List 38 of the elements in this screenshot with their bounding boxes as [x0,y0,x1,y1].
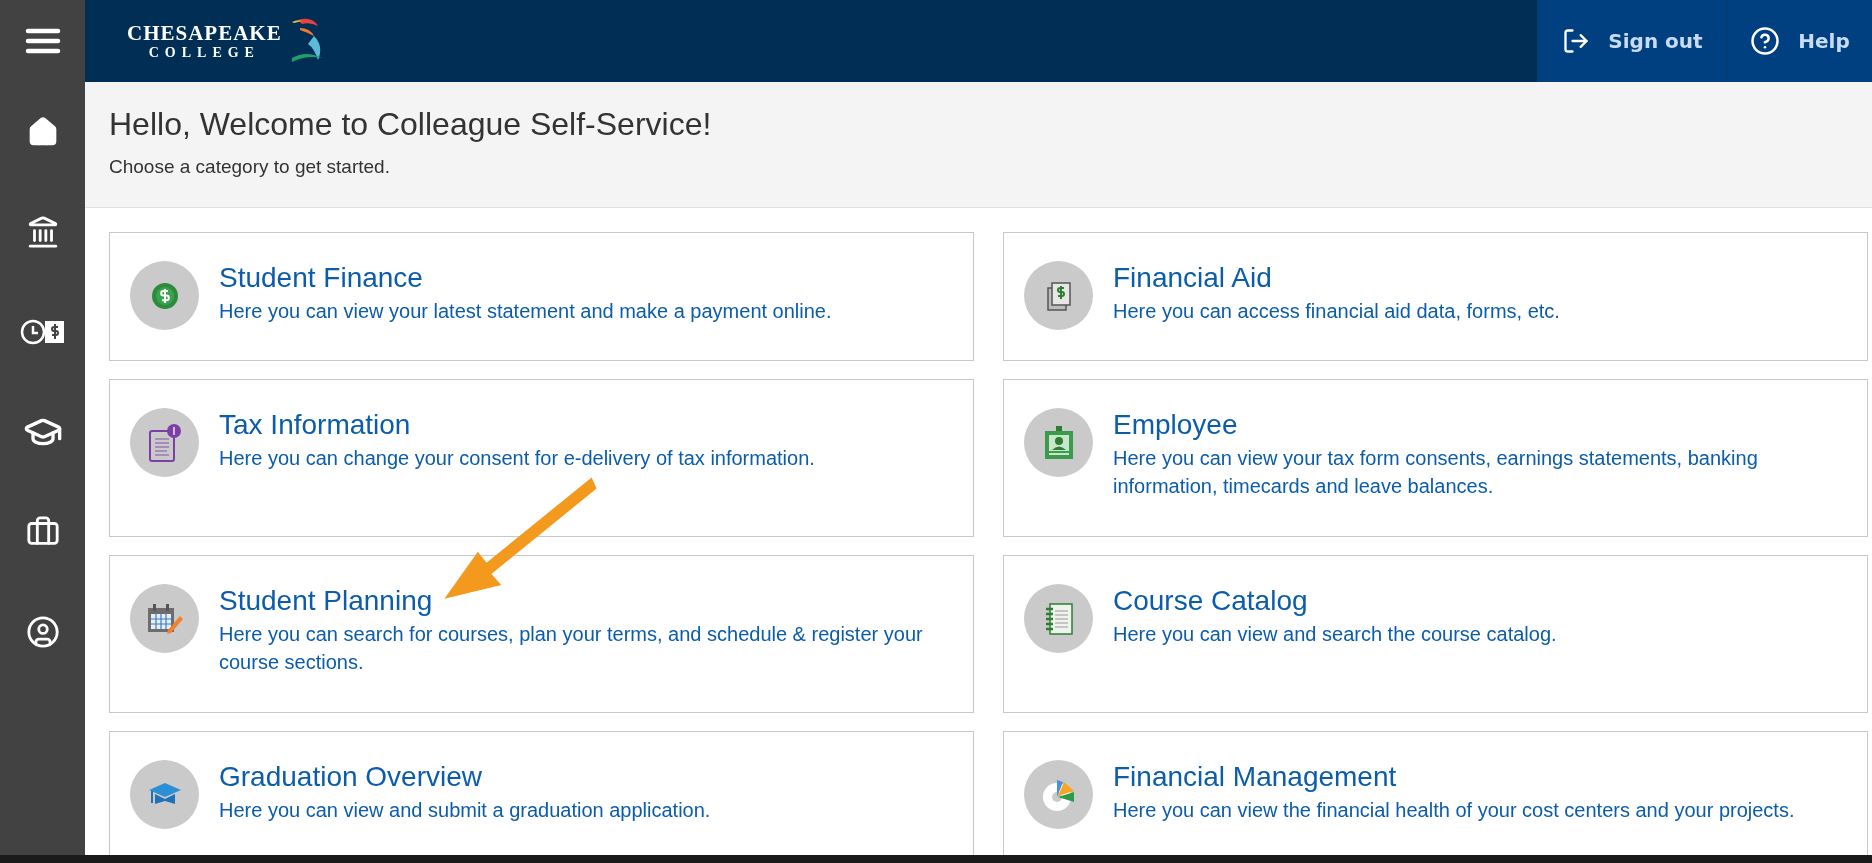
dollar-coin-icon [149,280,180,311]
sign-out-button[interactable]: Sign out [1537,0,1727,82]
welcome-title: Hello, Welcome to Colleague Self-Service! [109,105,713,144]
category-description: Here you can view your latest statement and make a payment online. [219,299,832,324]
category-title: Financial Management [1113,760,1398,794]
category-card[interactable]: Graduation Overview Here you can view and submit a graduation application. [109,731,974,855]
category-card[interactable]: Employee Here you can view your tax form consents, earnings statements, banking information, timecards and leave balances. [1003,379,1868,537]
help-icon [1750,26,1781,56]
category-title: Course Catalog [1113,584,1309,618]
college-logo[interactable]: CHESAPEAKE COLLEGE [85,0,1537,82]
category-description: Here you can view and submit a graduation application. [219,798,711,823]
welcome-subtitle: Choose a category to get started. [109,156,391,178]
category-description: Here you can view the financial health of your cost centers and your projects. [1113,798,1795,823]
category-card[interactable]: Financial Aid Here you can access financial aid data, forms, etc. [1003,232,1868,361]
category-card[interactable]: Student Planning Here you can search for courses, plan your terms, and schedule & register your course sections. [109,555,974,713]
clock-dollar-icon [19,319,66,345]
category-card[interactable]: Course Catalog Here you can view and search the course catalog. [1003,555,1868,713]
menu-icon [24,28,61,54]
category-description: Here you can view your tax form consents, earnings statements, banking information, timecards and leave balances. [1113,446,1759,499]
category-title: Student Planning [219,584,434,618]
user-icon [25,615,60,649]
category-description: Here you can access financial aid data, forms, etc. [1113,299,1560,324]
document-icon [146,422,183,463]
category-description: Here you can change your consent for e-delivery of tax information. [219,446,815,471]
category-title: Financial Aid [1113,261,1273,295]
category-title: Employee [1113,408,1239,442]
category-description: Here you can view and search the course catalog. [1113,622,1557,647]
logo-subtext: COLLEGE [148,45,260,61]
category-description: Here you can search for courses, plan your terms, and schedule & register your course sections. [219,622,924,675]
category-title: Graduation Overview [219,760,483,794]
category-card[interactable]: Student Finance Here you can view your latest statement and make a payment online. [109,232,974,361]
logo-text: CHESAPEAKE [127,21,282,45]
category-card[interactable]: Tax Information Here you can change your consent for e-delivery of tax information. [109,379,974,537]
category-title: Student Finance [219,261,424,295]
calendar-pencil-icon [145,601,184,636]
category-title: Tax Information [219,408,412,442]
help-button[interactable]: Help [1727,0,1872,82]
category-card[interactable]: Financial Management Here you can view the financial health of your cost centers and your projects. [1003,731,1868,855]
